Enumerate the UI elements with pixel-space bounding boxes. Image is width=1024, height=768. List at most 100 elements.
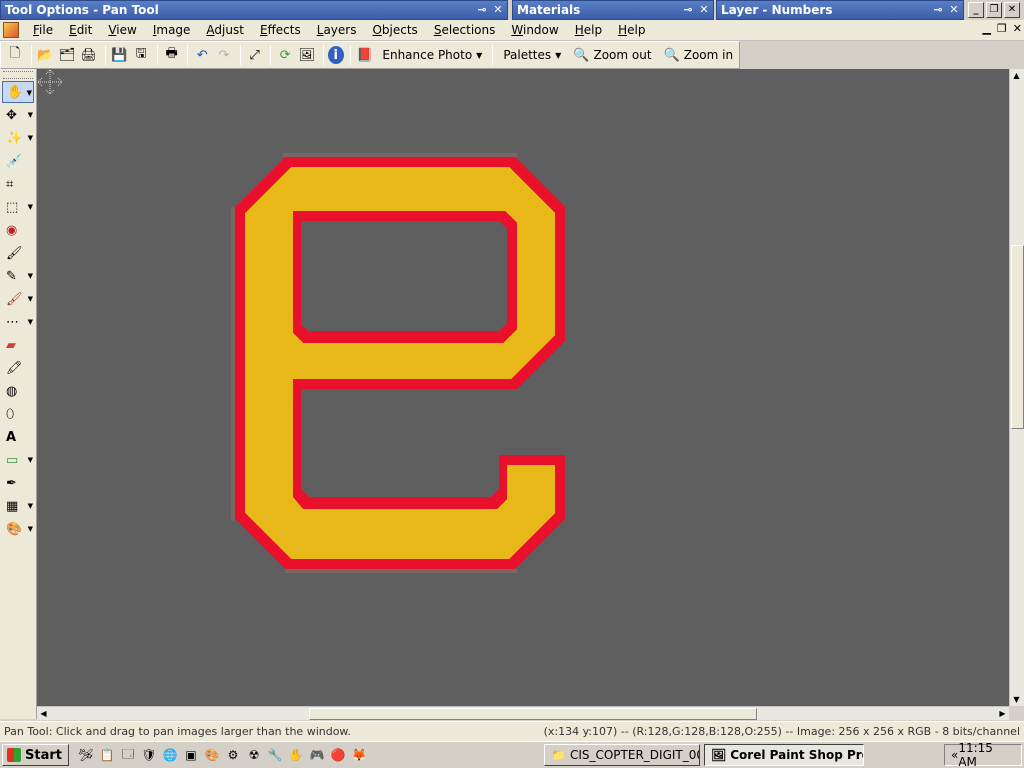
fill-tool[interactable]: ◍ [2, 380, 34, 402]
clone-tool[interactable]: 🖌 [2, 242, 34, 264]
menu-view[interactable]: View [100, 20, 144, 40]
vertical-scroll-thumb[interactable] [1011, 245, 1024, 429]
quicklaunch-app-icon[interactable]: ⚙ [224, 746, 242, 764]
quicklaunch-app-icon[interactable]: 🎮 [308, 746, 326, 764]
chevron-down-icon[interactable]: ▼ [28, 272, 33, 280]
picture-tube-tool[interactable]: 🖍 [2, 357, 34, 379]
shape-tool[interactable]: ▭ ▼ [2, 449, 34, 471]
vertical-scrollbar[interactable]: ▲ ▼ [1009, 69, 1024, 706]
quicklaunch-app-icon[interactable]: 🔧 [266, 746, 284, 764]
redo-icon[interactable]: ↷ [214, 44, 234, 66]
magic-wand-tool[interactable]: ✨ ▼ [2, 127, 34, 149]
menu-layers[interactable]: Layers [309, 20, 365, 40]
image-canvas[interactable] [37, 69, 1009, 706]
menu-help[interactable]: Help [567, 20, 610, 40]
restore-button[interactable]: ❐ [986, 2, 1002, 18]
resize-icon[interactable]: ⤢ [245, 44, 265, 66]
menu-effects[interactable]: Effects [252, 20, 309, 40]
chevron-down-icon[interactable]: ▼ [28, 318, 33, 326]
chevron-down-icon[interactable]: ▼ [28, 295, 33, 303]
quicklaunch-app-icon[interactable]: 🔴 [329, 746, 347, 764]
close-icon[interactable]: ✕ [491, 3, 505, 17]
print-icon[interactable]: 🖶 [162, 44, 182, 66]
pin-icon[interactable]: ⊸ [681, 3, 695, 17]
close-window-button[interactable]: ✕ [1004, 2, 1020, 18]
tray-expand-icon[interactable]: « [951, 748, 958, 762]
export-icon[interactable]: 🖼 [297, 44, 317, 66]
crop-tool[interactable]: ⌗ [2, 173, 34, 195]
chevron-down-icon[interactable]: ▼ [28, 502, 33, 510]
taskbar-item-folder[interactable]: 📁 CIS_COPTER_DIGIT_006 [543, 744, 700, 766]
materials-titlebar[interactable]: Materials ⊸ ✕ [512, 0, 714, 20]
scroll-right-icon[interactable]: ▶ [996, 707, 1009, 720]
chevron-down-icon[interactable]: ▼ [28, 525, 33, 533]
close-icon[interactable]: ✕ [697, 3, 711, 17]
quicklaunch-app-icon[interactable]: 🎨 [203, 746, 221, 764]
menu-edit[interactable]: Edit [61, 20, 100, 40]
menu-help-2[interactable]: Help [610, 20, 653, 40]
move-tool[interactable]: ✥ ▼ [2, 104, 34, 126]
color-replace-tool[interactable]: ⬯ [2, 403, 34, 425]
zoom-out-button[interactable]: 🔍 Zoom out [567, 44, 657, 66]
pin-icon[interactable]: ⊸ [475, 3, 489, 17]
tool-options-titlebar[interactable]: Tool Options - Pan Tool ⊸ ✕ [0, 0, 508, 20]
dropper-tool[interactable]: 💉 [2, 150, 34, 172]
red-eye-tool[interactable]: ◉ [2, 219, 34, 241]
scan-icon[interactable]: 🖨 [79, 44, 99, 66]
quicklaunch-app-icon[interactable]: 🌐 [161, 746, 179, 764]
paint-brush-tool[interactable]: 🖌 ▼ [2, 288, 34, 310]
new-file-icon[interactable]: 🗋 [5, 44, 25, 66]
quicklaunch-app-icon[interactable]: 🛡 [140, 746, 158, 764]
mdi-minimize-button[interactable]: ▁ [982, 22, 990, 35]
menu-adjust[interactable]: Adjust [198, 20, 252, 40]
mdi-close-button[interactable]: ✕ [1013, 22, 1022, 35]
deform-tool[interactable]: ⬚ ▼ [2, 196, 34, 218]
zoom-in-button[interactable]: 🔍 Zoom in [658, 44, 740, 66]
info-icon[interactable]: i [327, 46, 344, 64]
enhance-photo-button[interactable]: Enhance Photo ▼ [376, 44, 488, 66]
menu-image[interactable]: Image [145, 20, 199, 40]
mdi-restore-button[interactable]: ❐ [997, 22, 1007, 35]
horizontal-scrollbar[interactable]: ◀ ▶ [37, 706, 1009, 720]
scroll-down-icon[interactable]: ▼ [1010, 693, 1023, 706]
chevron-down-icon[interactable]: ▼ [28, 203, 33, 211]
taskbar-item-paintshop[interactable]: 🖼 Corel Paint Shop Pro... [703, 744, 864, 766]
palettes-button[interactable]: Palettes ▼ [497, 44, 567, 66]
menu-window[interactable]: Window [503, 20, 566, 40]
learning-center-icon[interactable]: 📕 [355, 44, 375, 66]
quicklaunch-app-icon[interactable]: 🗔 [119, 746, 137, 764]
pin-icon[interactable]: ⊸ [931, 3, 945, 17]
art-media-tool[interactable]: 🎨 ▼ [2, 518, 34, 540]
horizontal-scroll-thumb[interactable] [309, 708, 757, 720]
save-as-icon[interactable]: 🖫 [131, 44, 151, 66]
warp-tool[interactable]: ⋯ ▼ [2, 311, 34, 333]
save-icon[interactable]: 💾 [110, 44, 130, 66]
open-folder-icon[interactable]: 📂 [36, 44, 56, 66]
scroll-up-icon[interactable]: ▲ [1010, 69, 1023, 82]
menu-file[interactable]: File [25, 20, 61, 40]
quicklaunch-app-icon[interactable]: ✋ [287, 746, 305, 764]
layer-titlebar[interactable]: Layer - Numbers ⊸ ✕ [716, 0, 964, 20]
close-icon[interactable]: ✕ [947, 3, 961, 17]
scroll-left-icon[interactable]: ◀ [37, 707, 50, 720]
app-icon[interactable] [3, 22, 19, 38]
refresh-icon[interactable]: ⟳ [275, 44, 295, 66]
chevron-down-icon[interactable]: ▼ [28, 111, 33, 119]
palette-grip[interactable] [3, 71, 33, 79]
eraser-tool[interactable]: ▰ [2, 334, 34, 356]
chevron-down-icon[interactable]: ▼ [28, 456, 33, 464]
retouch-tool[interactable]: ✎ ▼ [2, 265, 34, 287]
menu-selections[interactable]: Selections [426, 20, 504, 40]
menu-objects[interactable]: Objects [364, 20, 425, 40]
quicklaunch-app-icon[interactable]: 📋 [98, 746, 116, 764]
undo-icon[interactable]: ↶ [192, 44, 212, 66]
minimize-button[interactable]: _ [968, 2, 984, 18]
start-button[interactable]: Start [2, 744, 69, 766]
chevron-down-icon[interactable]: ▼ [27, 89, 32, 97]
browse-icon[interactable]: 🗂 [57, 44, 77, 66]
quicklaunch-app-icon[interactable]: 🦊 [350, 746, 368, 764]
quicklaunch-app-icon[interactable]: 🛩 [77, 746, 95, 764]
chevron-down-icon[interactable]: ▼ [28, 134, 33, 142]
pan-tool[interactable]: ✋ ▼ [2, 81, 34, 103]
quicklaunch-app-icon[interactable]: ▣ [182, 746, 200, 764]
